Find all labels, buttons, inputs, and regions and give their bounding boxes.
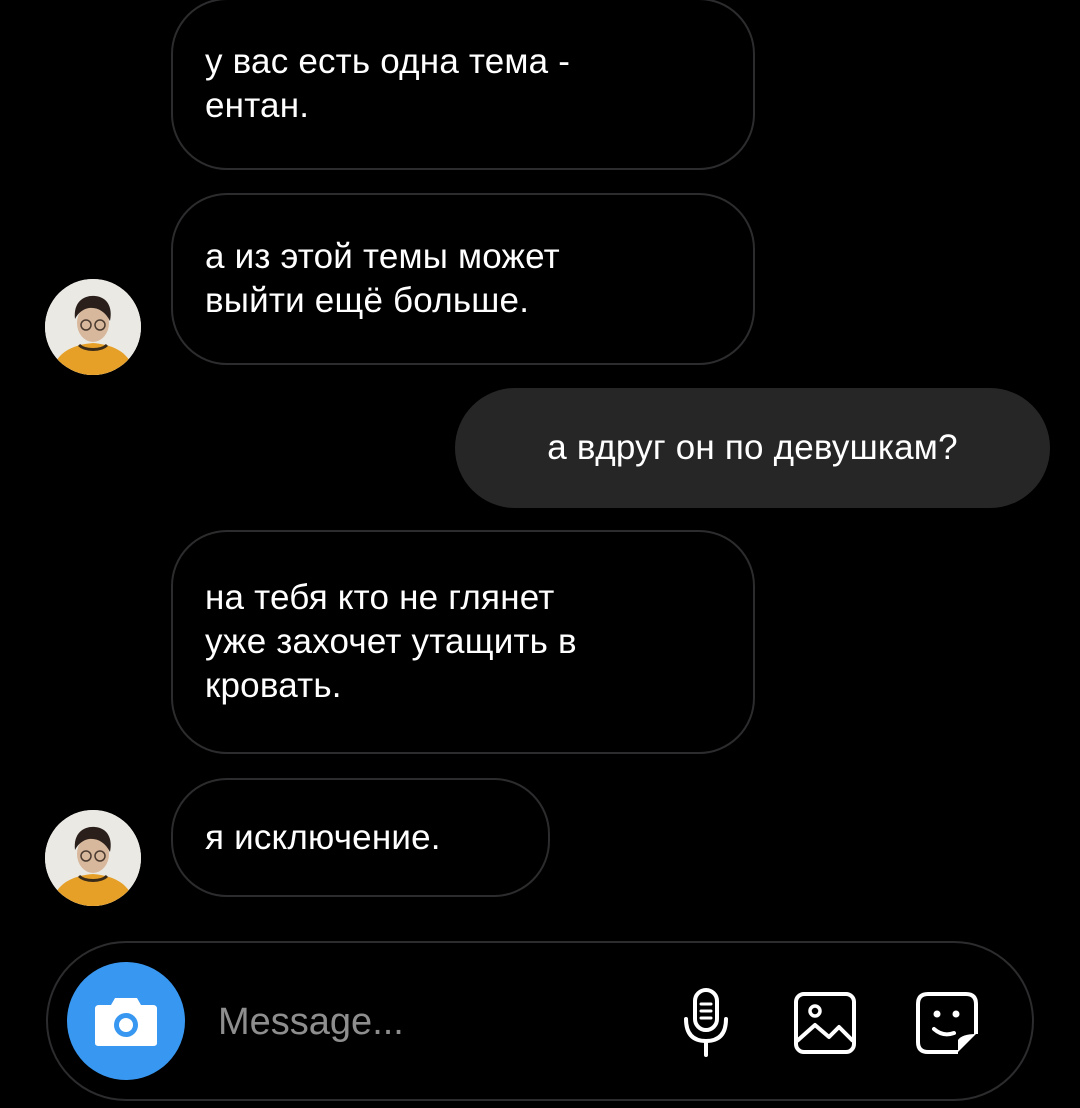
gallery-button[interactable] [787,985,863,1061]
message-text: а вдруг он по девушкам? [547,428,958,467]
camera-icon [95,998,157,1046]
avatar[interactable] [45,279,141,375]
microphone-icon [684,988,728,1057]
avatar-photo-icon [45,810,141,906]
message-bubble-incoming[interactable]: а из этой темы может выйти ещё больше. [171,193,755,365]
avatar[interactable] [45,810,141,906]
message-composer [46,941,1034,1101]
sticker-icon [916,992,978,1054]
gallery-icon [794,992,856,1054]
sticker-button[interactable] [909,985,985,1061]
avatar-photo-icon [45,279,141,375]
camera-button[interactable] [67,962,185,1080]
message-bubble-incoming[interactable]: у вас есть одна тема - ентан. [171,0,755,170]
message-bubble-incoming[interactable]: на тебя кто не глянет уже захочет утащит… [171,530,755,754]
message-text: у вас есть одна тема - ентан. [205,42,571,125]
message-bubble-incoming[interactable]: я исключение. [171,778,550,897]
message-text: на тебя кто не глянет уже захочет утащит… [205,578,577,705]
message-input[interactable] [218,985,638,1059]
message-text: а из этой темы может выйти ещё больше. [205,237,560,320]
microphone-button[interactable] [668,985,744,1061]
message-text: я исключение. [205,817,441,857]
message-bubble-outgoing[interactable]: а вдруг он по девушкам? [455,388,1050,508]
